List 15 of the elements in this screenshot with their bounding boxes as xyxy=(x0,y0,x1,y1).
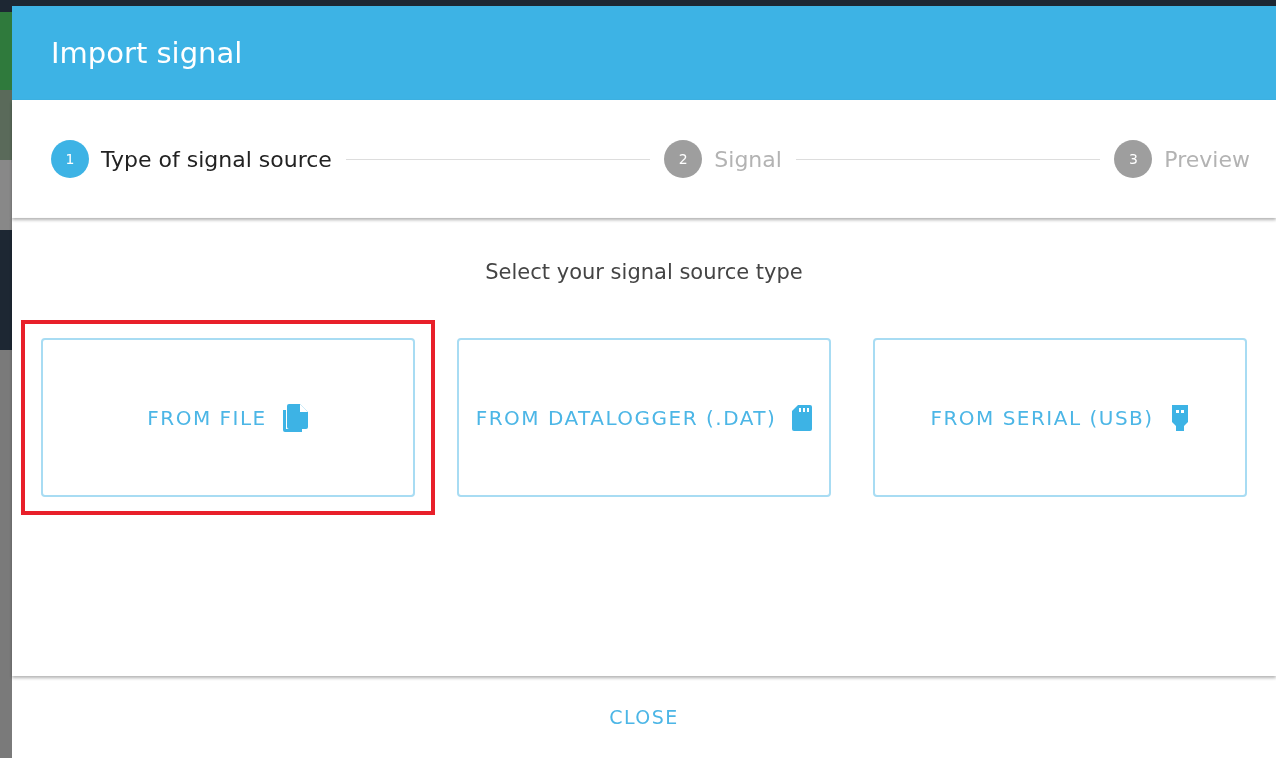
source-option-button[interactable]: FROM SERIAL (USB) xyxy=(873,338,1247,497)
prompt-text: Select your signal source type xyxy=(485,260,803,284)
memory-card-icon xyxy=(792,404,813,431)
source-option-button[interactable]: FROM DATALOGGER (.DAT) xyxy=(457,338,831,497)
dialog-title: Import signal xyxy=(51,36,243,70)
source-option-button[interactable]: FROM FILE xyxy=(41,338,415,497)
step-number: 3 xyxy=(1114,140,1153,178)
step-label[interactable]: Type of signal source xyxy=(101,146,332,172)
step-label[interactable]: Signal xyxy=(714,146,782,172)
step-number: 1 xyxy=(51,140,89,178)
usb-icon xyxy=(1169,404,1190,431)
step-label[interactable]: Preview xyxy=(1164,146,1250,172)
step-number: 2 xyxy=(664,140,703,178)
close-button[interactable]: CLOSE xyxy=(597,698,691,736)
files-icon xyxy=(282,403,309,432)
